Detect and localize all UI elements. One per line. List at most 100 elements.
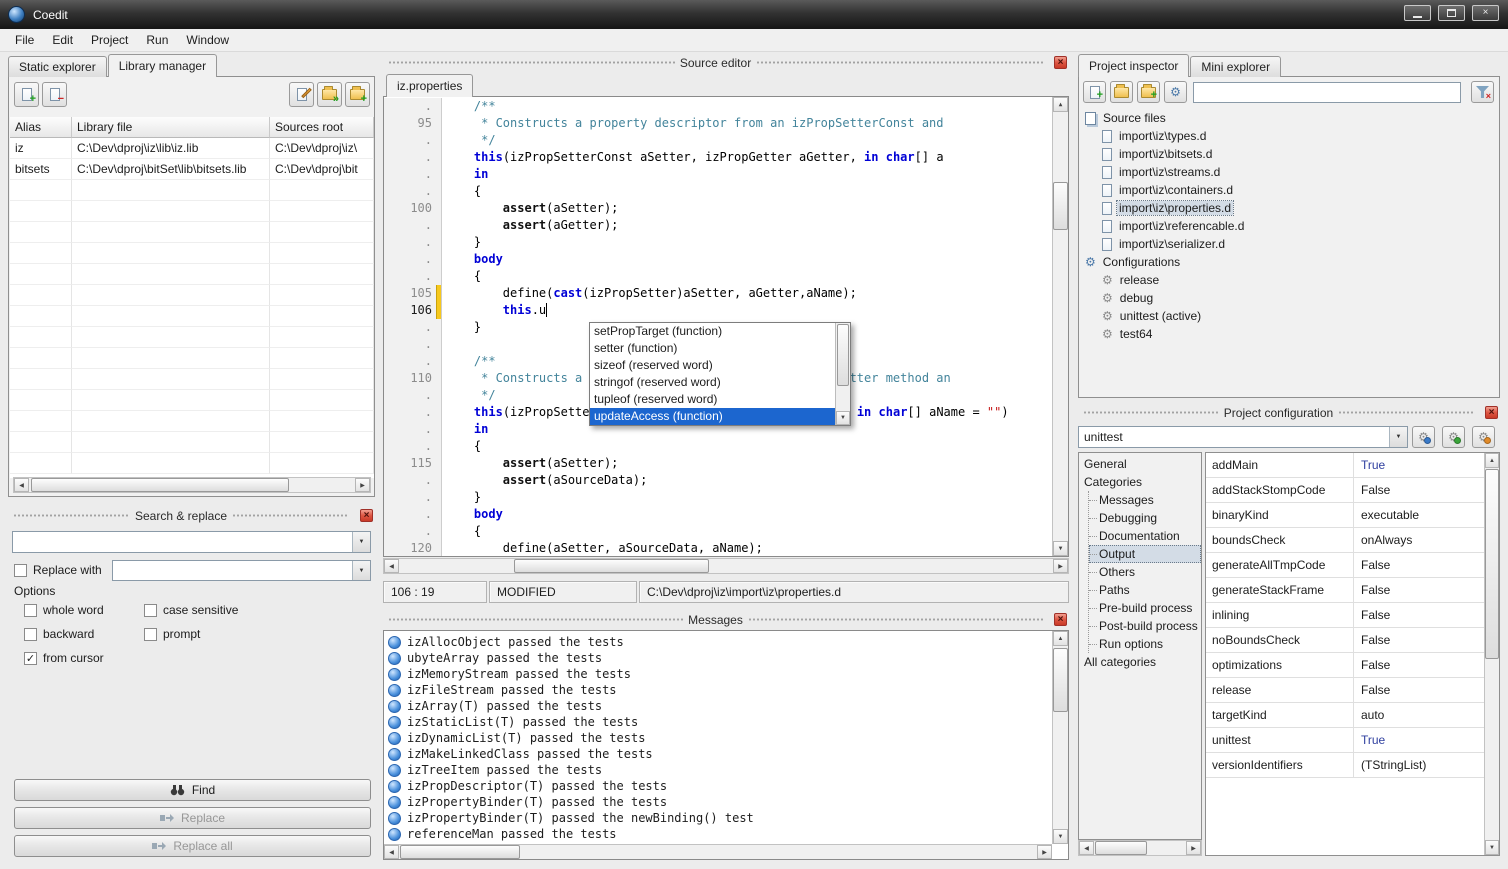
message-row[interactable]: izPropertyBinder(T) passed the tests [384,794,1052,810]
remove-library-button[interactable]: − [42,82,67,107]
scroll-thumb[interactable] [1053,182,1068,230]
property-row[interactable]: addMainTrue [1206,453,1484,478]
checkbox-whole-word[interactable]: whole word [24,602,104,618]
code-line[interactable]: 106 this.u [384,302,1052,319]
tree-node-import-iz-properties-d[interactable]: import\iz\properties.d [1082,199,1496,217]
message-row[interactable]: izDynamicList(T) passed the tests [384,730,1052,746]
message-row[interactable]: referenceMan passed the tests [384,826,1052,842]
tree-node-config-test64[interactable]: ⚙test64 [1082,325,1496,343]
add-library-folder-button[interactable]: + [345,82,370,107]
property-value[interactable]: False [1354,603,1484,627]
checkbox-box[interactable] [144,604,157,617]
code-line[interactable]: . } [384,234,1052,251]
messages-vscrollbar[interactable]: ▲ ▼ [1052,631,1068,844]
library-row[interactable] [10,201,374,222]
scroll-down-button[interactable]: ▼ [836,411,850,425]
category-hscrollbar[interactable]: ◀ ▶ [1078,840,1202,856]
scroll-left-button[interactable]: ◀ [384,845,399,859]
property-row[interactable]: boundsCheckonAlways [1206,528,1484,553]
category-run-options[interactable]: Run options [1089,635,1201,653]
code-line[interactable]: 105 define(cast(izPropSetter)aSetter, aG… [384,285,1052,302]
code-line[interactable]: . body [384,251,1052,268]
inspector-filter-input[interactable] [1193,82,1461,103]
property-value[interactable]: True [1354,453,1484,477]
replace-term-combobox[interactable]: ▼ [112,560,371,581]
open-folder-button[interactable] [1110,81,1133,103]
maximize-button[interactable] [1438,5,1465,21]
message-row[interactable]: izPropertyBinder(T) passed the newBindin… [384,810,1052,826]
add-file-button[interactable]: + [1083,81,1106,103]
scroll-left-button[interactable]: ◀ [14,478,29,492]
checkbox-case-sensitive[interactable]: case sensitive [144,602,238,618]
checkbox-box[interactable] [14,564,27,577]
property-value[interactable]: False [1354,628,1484,652]
code-line[interactable]: 100 assert(aSetter); [384,200,1052,217]
checkbox-box[interactable] [24,604,37,617]
configuration-selector[interactable]: unittest ▼ [1078,426,1408,448]
property-row[interactable]: noBoundsCheckFalse [1206,628,1484,653]
message-row[interactable]: izFileStream passed the tests [384,682,1052,698]
scroll-left-button[interactable]: ◀ [384,559,399,573]
category-debugging[interactable]: Debugging [1089,509,1201,527]
scroll-thumb[interactable] [1095,841,1147,855]
property-value[interactable]: False [1354,678,1484,702]
tree-node-import-iz-bitsets-d[interactable]: import\iz\bitsets.d [1082,145,1496,163]
library-row[interactable] [10,243,374,264]
tree-node-config-debug[interactable]: ⚙debug [1082,289,1496,307]
completion-item[interactable]: stringof (reserved word) [590,374,835,391]
tree-node-import-iz-streams-d[interactable]: import\iz\streams.d [1082,163,1496,181]
chevron-down-icon[interactable]: ▼ [352,561,370,580]
library-column-alias[interactable]: Alias [10,117,72,138]
menu-item-run[interactable]: Run [137,29,177,51]
property-value[interactable]: False [1354,578,1484,602]
add-config-button[interactable]: ⚙ [1442,426,1465,448]
menu-item-file[interactable]: File [6,29,43,51]
close-panel-button[interactable]: × [360,509,373,522]
code-line[interactable]: . assert(aGetter); [384,217,1052,234]
property-value[interactable]: executable [1354,503,1484,527]
property-row[interactable]: binaryKindexecutable [1206,503,1484,528]
scroll-up-button[interactable]: ▲ [1485,453,1499,468]
property-row[interactable]: addStackStompCodeFalse [1206,478,1484,503]
property-value[interactable]: True [1354,728,1484,752]
code-line[interactable]: . /** [384,98,1052,115]
library-row[interactable]: bitsetsC:\Dev\dproj\bitSet\lib\bitsets.l… [10,159,374,180]
completion-item[interactable]: updateAccess (function) [590,408,835,425]
scroll-up-button[interactable]: ▲ [1053,631,1068,646]
tab-iz-properties[interactable]: iz.properties [386,74,473,97]
code-line[interactable]: . } [384,489,1052,506]
tab-static-explorer[interactable]: Static explorer [8,56,107,77]
library-row[interactable] [10,222,374,243]
library-row[interactable] [10,264,374,285]
property-value[interactable]: auto [1354,703,1484,727]
tree-node-config-unittest-active[interactable]: ⚙unittest (active) [1082,307,1496,325]
property-value[interactable]: False [1354,653,1484,677]
property-row[interactable]: optimizationsFalse [1206,653,1484,678]
tab-project-inspector[interactable]: Project inspector [1078,54,1189,77]
scroll-right-button[interactable]: ▶ [355,478,370,492]
close-button[interactable]: × [1472,5,1499,21]
message-row[interactable]: izMemoryStream passed the tests [384,666,1052,682]
property-value[interactable]: False [1354,553,1484,577]
category-paths[interactable]: Paths [1089,581,1201,599]
add-library-button[interactable]: + [14,82,39,107]
message-row[interactable]: izPropDescriptor(T) passed the tests [384,778,1052,794]
code-line[interactable]: . in [384,166,1052,183]
property-value[interactable]: (TStringList) [1354,753,1484,777]
library-row[interactable] [10,369,374,390]
scroll-left-button[interactable]: ◀ [1079,841,1094,855]
scroll-down-button[interactable]: ▼ [1053,541,1068,556]
category-categories[interactable]: Categories [1079,473,1201,491]
scroll-right-button[interactable]: ▶ [1053,559,1068,573]
popup-scrollbar[interactable]: ▼ [835,323,850,425]
property-row[interactable]: unittestTrue [1206,728,1484,753]
scroll-right-button[interactable]: ▶ [1186,841,1201,855]
scroll-down-button[interactable]: ▼ [1053,829,1068,844]
scroll-right-button[interactable]: ▶ [1037,845,1052,859]
close-panel-button[interactable]: × [1485,406,1498,419]
property-grid-vscrollbar[interactable]: ▲ ▼ [1484,453,1499,855]
code-line[interactable]: . assert(aSourceData); [384,472,1052,489]
completion-item[interactable]: sizeof (reserved word) [590,357,835,374]
property-row[interactable]: generateAllTmpCodeFalse [1206,553,1484,578]
scroll-down-button[interactable]: ▼ [1485,840,1499,855]
